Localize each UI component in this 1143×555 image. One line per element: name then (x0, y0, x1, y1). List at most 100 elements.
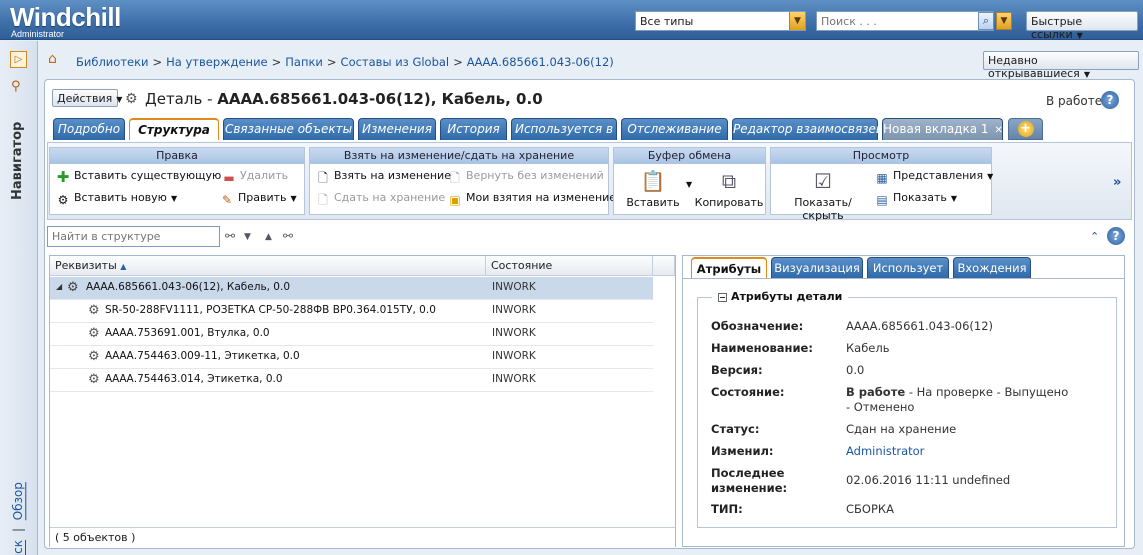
breadcrumb-global-assemblies[interactable]: Составы из Global (341, 55, 450, 69)
gear-icon: ⚙ (57, 193, 69, 207)
tab-changes[interactable]: Изменения (358, 118, 436, 140)
breadcrumb-libraries[interactable]: Библиотеки (76, 55, 149, 69)
delete-button[interactable]: ▬ Удалить (222, 169, 288, 185)
table-row[interactable]: ⚙ АААА.753691.001, Втулка, 0.0 INWORK (50, 323, 653, 346)
type-select[interactable]: Все типы ▼ (635, 11, 806, 31)
column-header-state[interactable]: Состояние (486, 256, 653, 276)
tab-new-tab-1[interactable]: Новая вкладка 1 ✕ (882, 118, 1003, 140)
navigator-panel: ▷ ⚲ Навигатор Поиск | Обзор (0, 41, 38, 555)
quick-links-button[interactable]: Быстрые ссылки ▼ (1026, 11, 1138, 41)
undo-document-icon: 🗋 (450, 171, 460, 185)
breadcrumb-separator: > (152, 55, 163, 69)
copy-button[interactable]: ⧉ Копировать (694, 168, 764, 209)
table-row[interactable]: ⚙ SR-50-288FV1111, РОЗЕТКА СР-50-288ФВ В… (50, 300, 653, 323)
tab-tracking[interactable]: Отслеживание (621, 118, 728, 140)
search-icon[interactable]: ⌕ (978, 12, 994, 30)
row-name[interactable]: АААА.754463.009-11, Этикетка, 0.0 (105, 350, 300, 362)
insert-new-label: Вставить новую (74, 191, 167, 204)
table-row[interactable]: ◢ ⚙ АААА.685661.043-06(12), Кабель, 0.0 … (50, 277, 653, 300)
column-header-attributes[interactable]: Реквизиты ▲ (50, 256, 486, 276)
home-icon[interactable]: ⌂ (48, 52, 64, 66)
section-title-label: Атрибуты детали (731, 290, 843, 303)
views-button[interactable]: ▦ Представления ▼ (875, 169, 993, 185)
expand-navigator-icon[interactable]: ▷ (10, 51, 27, 68)
find-next-icon[interactable]: ▼ (244, 232, 251, 242)
search-input[interactable] (816, 11, 994, 31)
breadcrumb-folders[interactable]: Папки (285, 55, 323, 69)
tab-visualization[interactable]: Визуализация (771, 257, 863, 278)
tab-related-objects[interactable]: Связанные объекты (223, 118, 354, 140)
group-clipboard: Буфер обмена 📋 Вставить ▼ ⧉ Копировать (613, 147, 766, 215)
show-button[interactable]: ▤ Показать ▼ (875, 191, 957, 207)
tab-attributes[interactable]: Атрибуты (691, 257, 767, 278)
type-value: СБОРКА (846, 502, 894, 516)
navigator-links: Поиск | Обзор (5, 466, 33, 555)
paste-label: Вставить (626, 196, 680, 209)
collapse-icon[interactable]: − (718, 293, 727, 302)
find-previous-icon[interactable]: ▲ (265, 232, 272, 242)
actions-button[interactable]: Действия ▼ (52, 89, 122, 107)
row-state: INWORK (492, 350, 536, 362)
navigator-label[interactable]: Навигатор (3, 101, 33, 221)
type-label: ТИП: (711, 502, 743, 516)
breadcrumb-current-part[interactable]: АААА.685661.043-06(12) (467, 55, 614, 69)
modified-by-link[interactable]: Administrator (846, 444, 924, 458)
tab-details[interactable]: Подробно (53, 118, 125, 140)
page-title-type: Деталь - (145, 90, 218, 108)
more-actions-icon[interactable]: » (1113, 175, 1121, 190)
undo-checkout-button[interactable]: 🗋 Вернуть без изменений (448, 169, 604, 185)
breadcrumb-for-approval[interactable]: На утверждение (166, 55, 267, 69)
table-row[interactable]: ⚙ АААА.754463.009-11, Этикетка, 0.0 INWO… (50, 346, 653, 369)
collapse-icon[interactable]: ⌃ (1090, 230, 1099, 243)
chevron-down-icon[interactable]: ▼ (789, 12, 805, 30)
show-hide-label: Показать/скрыть (794, 196, 852, 222)
insert-existing-button[interactable]: ✚ Вставить существующую (56, 169, 222, 185)
tab-history[interactable]: История (440, 118, 507, 140)
chevron-down-icon[interactable]: ▼ (686, 180, 692, 189)
show-hide-button[interactable]: ☑ Показать/скрыть (775, 168, 871, 222)
table-row[interactable]: ⚙ АААА.754463.014, Этикетка, 0.0 INWORK (50, 369, 653, 392)
help-icon[interactable]: ? (1101, 91, 1119, 109)
tab-uses[interactable]: Использует (867, 257, 949, 278)
tab-occurrences[interactable]: Вхождения (953, 257, 1031, 278)
nav-link-overview[interactable]: Обзор (11, 482, 25, 520)
tab-structure[interactable]: Структура (129, 118, 219, 140)
object-count: ( 5 объектов ) (50, 527, 675, 547)
modify-button[interactable]: ✎ Править ▼ (220, 191, 297, 207)
row-name[interactable]: SR-50-288FV1111, РОЗЕТКА СР-50-288ФВ ВР0… (105, 304, 436, 316)
row-name[interactable]: АААА.754463.014, Этикетка, 0.0 (105, 373, 283, 385)
help-icon[interactable]: ? (1107, 227, 1125, 245)
column-header-extra (653, 256, 675, 276)
version-value: 0.0 (846, 363, 865, 377)
section-title[interactable]: − Атрибуты детали (712, 290, 849, 303)
insert-new-button[interactable]: ⚙ Вставить новую ▼ (56, 191, 177, 207)
part-icon: ⚙ (125, 91, 138, 107)
add-tab-button[interactable]: + (1008, 118, 1043, 140)
row-name[interactable]: АААА.753691.001, Втулка, 0.0 (105, 327, 270, 339)
views-label: Представления (893, 169, 984, 182)
nav-link-search[interactable]: Поиск (11, 540, 25, 555)
recently-visited-button[interactable]: Недавно открывавшиеся ▼ (983, 51, 1139, 80)
close-icon[interactable]: ✕ (995, 125, 1003, 136)
tab-where-used[interactable]: Используется в (511, 118, 617, 140)
paste-button[interactable]: 📋 Вставить ▼ (618, 168, 692, 209)
assembly-icon: ⚙ (67, 280, 79, 295)
binoculars-icon[interactable]: ⚯ (225, 229, 235, 243)
modified-by-value: Administrator (846, 444, 1106, 458)
document-icon: 🗋 (318, 171, 328, 185)
search-options-chevron-icon[interactable]: ▼ (996, 12, 1012, 30)
find-all-icon[interactable]: ⚯ (283, 229, 293, 243)
chevron-down-icon: ▼ (1076, 31, 1083, 40)
check-out-button[interactable]: 🗋 Взять на изменение (316, 169, 451, 185)
magnifier-icon[interactable]: ⚲ (11, 79, 21, 94)
group-view: Просмотр ☑ Показать/скрыть ▦ Представления… (770, 147, 993, 222)
page-title: Деталь - АААА.685661.043-06(12), Кабель,… (145, 90, 543, 108)
my-checkouts-button[interactable]: ▣ Мои взятия на изменение (448, 191, 616, 207)
row-name[interactable]: АААА.685661.043-06(12), Кабель, 0.0 (86, 281, 290, 293)
structure-search-input[interactable] (47, 226, 220, 247)
state-value: В работе - На проверке - Выпущено - Отме… (846, 385, 1076, 415)
check-in-button[interactable]: 🗋 Сдать на хранение (316, 191, 445, 207)
copy-icon: ⧉ (721, 169, 737, 193)
collapse-triangle-icon[interactable]: ◢ (56, 282, 62, 291)
tab-relationship-editor[interactable]: Редактор взаимосвязей (732, 118, 884, 140)
